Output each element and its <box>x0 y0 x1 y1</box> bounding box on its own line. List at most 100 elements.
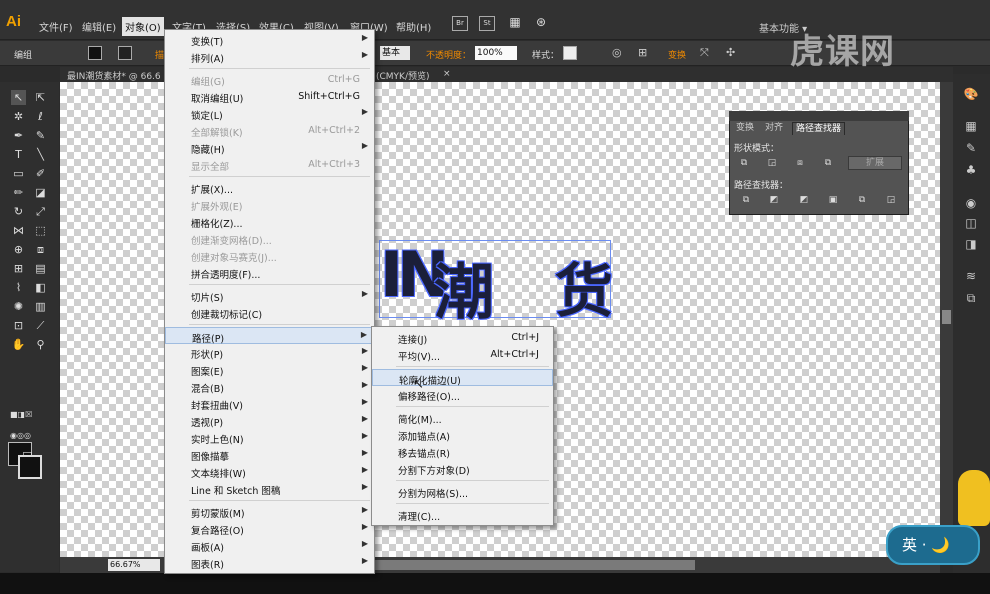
appearance-panel-icon[interactable]: ◉ <box>963 195 979 211</box>
tab-pathfinder[interactable]: 路径查找器 <box>792 122 846 135</box>
symbols-panel-icon[interactable]: ♣ <box>963 162 979 178</box>
transparency-icon[interactable]: ◨ <box>963 236 979 252</box>
stock-icon[interactable]: St <box>479 16 495 31</box>
path-menu-item[interactable]: 连接(J) Ctrl+J <box>372 329 553 346</box>
object-menu-item[interactable]: 取消编组(U) Shift+Ctrl+G <box>165 88 374 105</box>
object-menu-item[interactable]: 透视(P) ▶ <box>165 412 374 429</box>
recolor-icon[interactable]: ◎ <box>612 46 622 59</box>
isolate-icon[interactable]: ⤧ <box>700 46 709 60</box>
lasso-icon[interactable]: ℓ <box>33 109 48 124</box>
language-badge[interactable]: 英 · 🌙 <box>886 525 980 565</box>
object-menu-item[interactable]: 画板(A) ▶ <box>165 537 374 554</box>
magic-wand-icon[interactable]: ✲ <box>11 109 26 124</box>
path-menu-item[interactable]: 简化(M)... <box>372 409 553 426</box>
mesh-icon[interactable]: ⊞ <box>11 261 26 276</box>
object-menu-item[interactable]: 隐藏(H) ▶ <box>165 139 374 156</box>
pen-tool-icon[interactable]: ✒ <box>11 128 26 143</box>
merge-icon[interactable]: ◩ <box>797 194 811 206</box>
exclude-icon[interactable]: ⧉ <box>821 157 835 169</box>
direct-selection-tool-icon[interactable]: ⇱ <box>33 90 48 105</box>
line-tool-icon[interactable]: ╲ <box>33 147 48 162</box>
divide-icon[interactable]: ⧉ <box>739 194 753 206</box>
object-menu-item[interactable]: 图案(E) ▶ <box>165 361 374 378</box>
object-menu-item[interactable]: 创建裁切标记(C) <box>165 304 374 321</box>
object-menu-item[interactable]: 栅格化(Z)... <box>165 213 374 230</box>
path-menu-item[interactable]: 轮廓化描边(U) <box>372 369 553 387</box>
object-menu-item[interactable]: 锁定(L) ▶ <box>165 105 374 122</box>
menu-file[interactable]: 文件(F) <box>39 19 73 34</box>
path-menu-item[interactable]: 分割为网格(S)... <box>372 483 553 500</box>
path-menu-item[interactable]: 清理(C)... <box>372 506 553 523</box>
brush-dropdown[interactable]: 基本 <box>380 46 410 60</box>
object-menu-item[interactable]: 剪切蒙版(M) ▶ <box>165 503 374 520</box>
color-panel-icon[interactable]: 🎨 <box>963 86 979 102</box>
menu-edit[interactable]: 编辑(E) <box>82 19 116 34</box>
zoom-tool-icon[interactable]: ⚲ <box>33 337 48 352</box>
opacity-input[interactable]: 100% <box>475 46 517 60</box>
style-swatch[interactable] <box>563 46 577 60</box>
align-icon[interactable]: ⊞ <box>638 46 647 59</box>
vertical-scroll-thumb[interactable] <box>942 310 951 324</box>
object-menu-item[interactable]: 变换(T) ▶ <box>165 31 374 48</box>
grid-icon[interactable]: ▦ <box>507 16 523 31</box>
crop-icon[interactable]: ▣ <box>826 194 840 206</box>
object-menu-item[interactable]: 形状(P) ▶ <box>165 344 374 361</box>
pencil-icon[interactable]: ✏ <box>11 185 26 200</box>
menu-object[interactable]: 对象(O) <box>122 17 164 36</box>
symbol-sprayer-icon[interactable]: ✺ <box>11 299 26 314</box>
gradient-icon[interactable]: ▤ <box>33 261 48 276</box>
screen-mode-icon[interactable]: ▭ <box>20 446 35 461</box>
scale-icon[interactable]: ⤢ <box>33 204 48 219</box>
brushes-panel-icon[interactable]: ✎ <box>963 140 979 156</box>
slice-tool-icon[interactable]: ⟋ <box>33 318 48 333</box>
object-menu-item[interactable]: 混合(B) ▶ <box>165 378 374 395</box>
tab-transform[interactable]: 变换 <box>733 122 757 135</box>
close-icon[interactable]: × <box>443 69 451 79</box>
transform-link[interactable]: 变换 <box>668 48 686 61</box>
panel-header[interactable] <box>729 111 909 121</box>
path-menu-item[interactable]: 平均(V)... Alt+Ctrl+J <box>372 346 553 363</box>
draw-mode-icon[interactable]: ◉◎◎ <box>10 428 31 443</box>
free-transform-icon[interactable]: ⬚ <box>33 223 48 238</box>
layers-panel-icon[interactable]: ≋ <box>963 268 979 284</box>
object-menu-item[interactable]: Line 和 Sketch 图稿 ▶ <box>165 480 374 497</box>
object-menu-item[interactable]: 切片(S) ▶ <box>165 287 374 304</box>
blend-icon[interactable]: ◧ <box>33 280 48 295</box>
minus-back-icon[interactable]: ◲ <box>884 194 898 206</box>
width-tool-icon[interactable]: ⋈ <box>11 223 26 238</box>
sync-icon[interactable]: ⊛ <box>533 16 549 31</box>
object-menu-item[interactable]: 图像描摹 ▶ <box>165 446 374 463</box>
intersect-icon[interactable]: ⧈ <box>793 157 807 169</box>
rectangle-tool-icon[interactable]: ▭ <box>11 166 26 181</box>
zoom-level[interactable]: 66.67% <box>108 559 160 571</box>
curvature-icon[interactable]: ✎ <box>33 128 48 143</box>
object-menu-item[interactable]: 文本绕排(W) ▶ <box>165 463 374 480</box>
opacity-link[interactable]: 不透明度： <box>426 48 471 61</box>
minus-front-icon[interactable]: ◲ <box>765 157 779 169</box>
arrange-icon[interactable]: ✣ <box>726 46 735 59</box>
fill-swatch[interactable] <box>88 46 102 60</box>
stroke-link[interactable]: 描 <box>155 48 164 61</box>
unite-icon[interactable]: ⧉ <box>737 157 751 169</box>
rotate-icon[interactable]: ↻ <box>11 204 26 219</box>
eyedropper-icon[interactable]: ⌇ <box>11 280 26 295</box>
perspective-icon[interactable]: ⧈ <box>33 242 48 257</box>
object-menu-item[interactable]: 实时上色(N) ▶ <box>165 429 374 446</box>
object-menu-item[interactable]: 图表(R) ▶ <box>165 554 374 571</box>
object-menu-item[interactable]: 封套扭曲(V) ▶ <box>165 395 374 412</box>
path-menu-item[interactable]: 移去锚点(R) <box>372 443 553 460</box>
artwork-chao[interactable]: 潮 <box>434 244 494 331</box>
doc-tab-title[interactable]: 最IN潮货素材* @ 66.6 <box>67 69 161 82</box>
paintbrush-icon[interactable]: ✐ <box>33 166 48 181</box>
outline-icon[interactable]: ⧉ <box>855 194 869 206</box>
swatches-panel-icon[interactable]: ▦ <box>963 118 979 134</box>
path-menu-item[interactable]: 添加锚点(A) <box>372 426 553 443</box>
path-menu-item[interactable]: 偏移路径(O)... <box>372 386 553 403</box>
color-mode-icon[interactable]: ■◨☒ <box>10 407 32 422</box>
stroke-swatch[interactable] <box>118 46 132 60</box>
expand-button[interactable]: 扩展 <box>848 156 902 170</box>
eraser-icon[interactable]: ◪ <box>33 185 48 200</box>
object-menu-item[interactable]: 复合路径(O) ▶ <box>165 520 374 537</box>
path-menu-item[interactable]: 分割下方对象(D) <box>372 460 553 477</box>
trim-icon[interactable]: ◩ <box>767 194 781 206</box>
